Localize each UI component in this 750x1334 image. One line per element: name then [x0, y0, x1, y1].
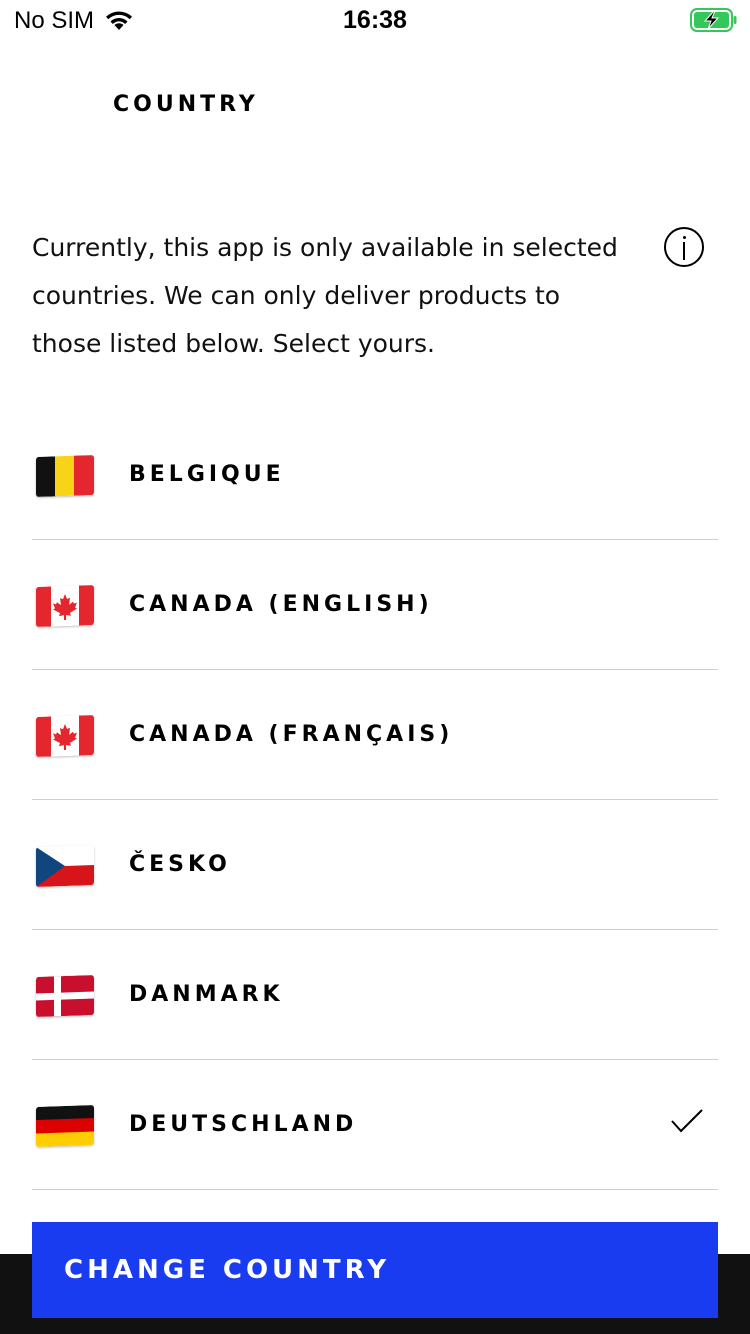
- checkmark-icon: [670, 1108, 704, 1138]
- germany-flag-icon: [36, 1104, 94, 1148]
- country-label: BELGIQUE: [129, 462, 285, 487]
- country-row-cesko[interactable]: ČESKO: [32, 800, 718, 930]
- battery-charging-icon: [690, 8, 738, 36]
- change-country-button[interactable]: CHANGE COUNTRY: [32, 1222, 718, 1318]
- info-icon[interactable]: [664, 227, 704, 267]
- country-label: ČESKO: [129, 852, 231, 877]
- canada-flag-icon: [36, 584, 94, 628]
- country-label: CANADA (FRANÇAIS): [129, 722, 454, 747]
- czech-flag-icon: [36, 844, 94, 888]
- country-row-canada-english[interactable]: CANADA (ENGLISH): [32, 540, 718, 670]
- belgium-flag-icon: [36, 454, 94, 498]
- denmark-flag-icon: [36, 974, 94, 1018]
- page-title: COUNTRY: [113, 92, 259, 117]
- country-label: DANMARK: [129, 982, 284, 1007]
- status-bar: No SIM 16:38: [0, 0, 750, 40]
- country-label: CANADA (ENGLISH): [129, 592, 433, 617]
- country-row-canada-francais[interactable]: CANADA (FRANÇAIS): [32, 670, 718, 800]
- country-label: DEUTSCHLAND: [129, 1112, 358, 1137]
- clock: 16:38: [343, 6, 407, 34]
- country-row-deutschland[interactable]: DEUTSCHLAND: [32, 1060, 718, 1190]
- country-list: BELGIQUE CANADA (ENGLISH) CANADA (FRANÇA…: [32, 410, 718, 1190]
- country-row-belgique[interactable]: BELGIQUE: [32, 410, 718, 540]
- canada-flag-icon: [36, 714, 94, 758]
- intro-text: Currently, this app is only available in…: [32, 233, 618, 358]
- country-row-danmark[interactable]: DANMARK: [32, 930, 718, 1060]
